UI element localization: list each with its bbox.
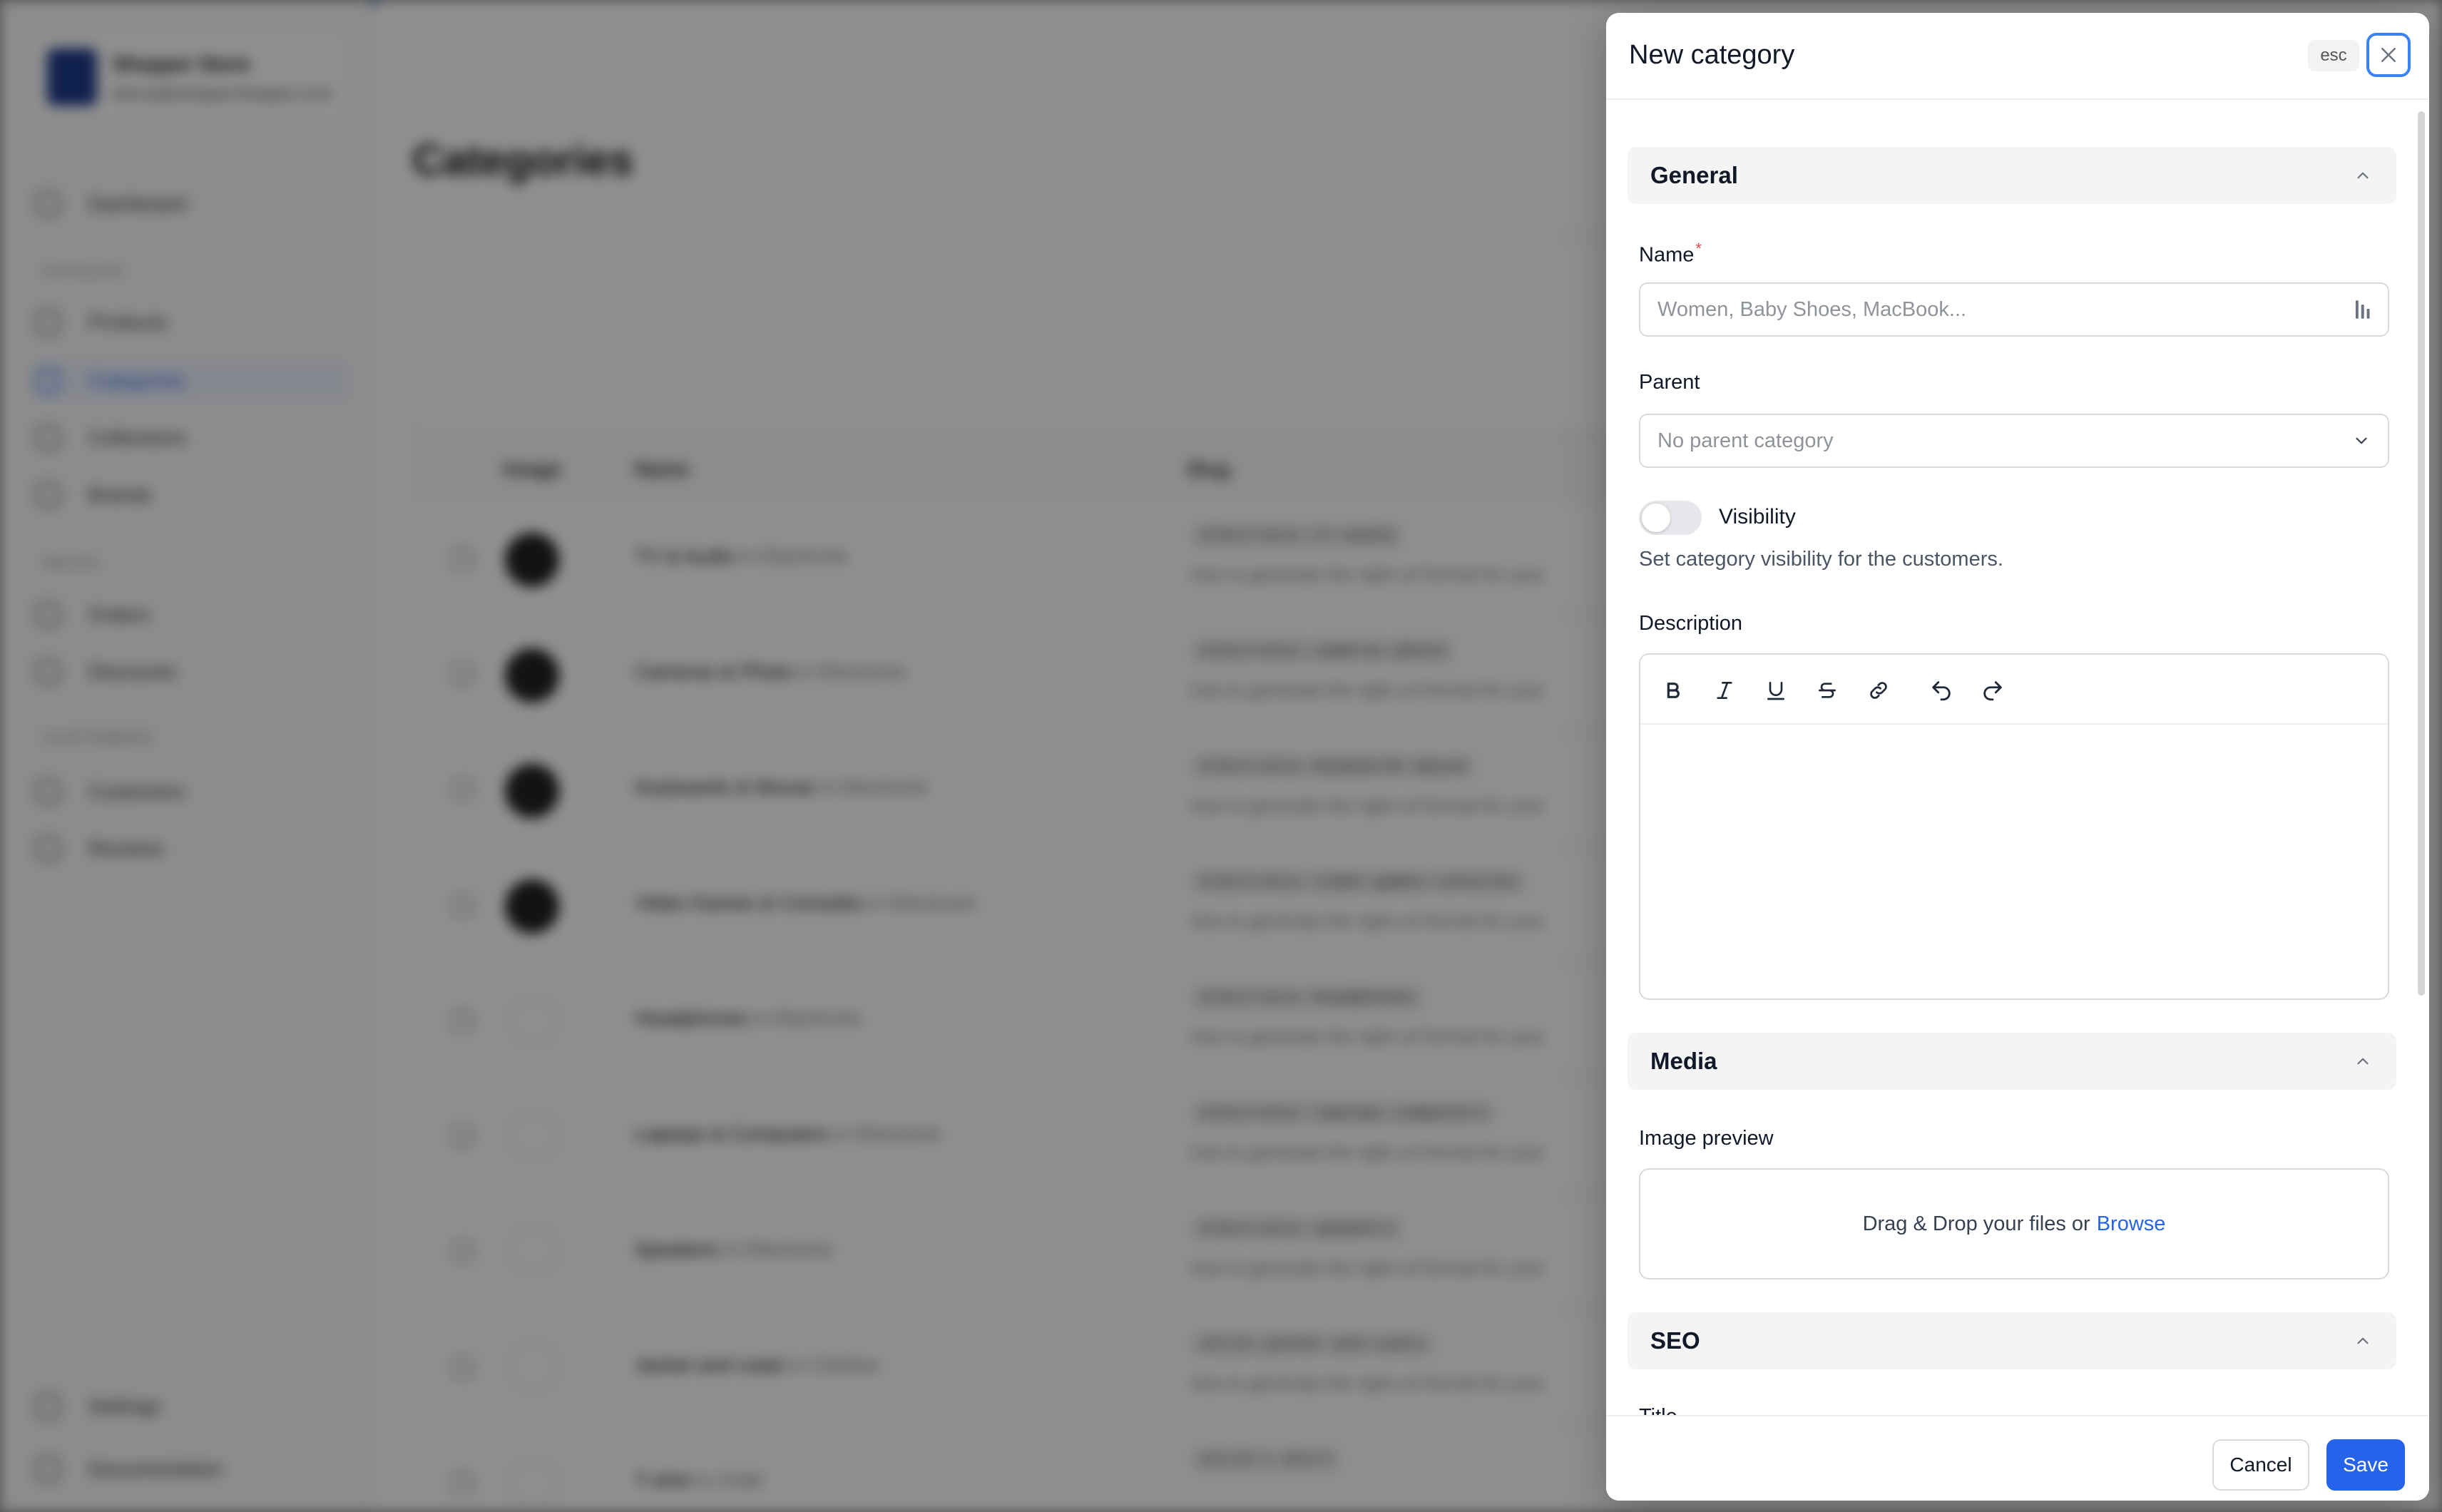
redo-icon: [1983, 681, 2002, 701]
redo-button[interactable]: [1977, 675, 2008, 706]
close-button[interactable]: [2366, 33, 2411, 77]
section-seo-title: SEO: [1650, 1327, 1700, 1354]
editor-toolbar: [1640, 655, 2388, 725]
save-button[interactable]: Save: [2326, 1439, 2405, 1491]
name-field-label: Name*: [1639, 240, 1702, 267]
password-manager-icon[interactable]: [2354, 299, 2371, 320]
image-preview-label: Image preview: [1639, 1127, 1774, 1150]
name-label-text: Name: [1639, 243, 1695, 267]
drawer-title: New category: [1629, 40, 1795, 70]
cancel-button[interactable]: Cancel: [2212, 1439, 2309, 1491]
chevron-up-icon: [2357, 1337, 2369, 1344]
strikethrough-button[interactable]: [1812, 675, 1843, 706]
drawer-header: New category esc: [1606, 13, 2429, 100]
description-field-label: Description: [1639, 612, 1743, 635]
undo-button[interactable]: [1926, 675, 1957, 706]
description-editor[interactable]: [1639, 653, 2389, 1000]
new-category-drawer: New category esc General Name* Parent No…: [1606, 13, 2429, 1501]
close-icon: [2381, 48, 2396, 62]
link-icon: [1870, 682, 1887, 699]
image-dropzone[interactable]: Drag & Drop your files or Browse: [1639, 1168, 2389, 1279]
section-media-title: Media: [1650, 1048, 1717, 1074]
strikethrough-icon: [1819, 683, 1836, 698]
parent-select[interactable]: No parent category: [1639, 414, 2389, 468]
visibility-label: Visibility: [1719, 505, 1796, 528]
required-asterisk: *: [1695, 240, 1702, 257]
undo-icon: [1932, 681, 1951, 701]
underline-button[interactable]: [1760, 675, 1792, 706]
name-field[interactable]: [1639, 282, 2389, 337]
underline-icon: [1767, 682, 1784, 700]
section-general-title: General: [1650, 162, 1738, 188]
parent-select-value: No parent category: [1657, 429, 1834, 452]
chevron-up-icon: [2357, 172, 2369, 179]
esc-shortcut-badge: esc: [2308, 40, 2359, 71]
section-media-toggle[interactable]: Media: [1628, 1033, 2396, 1090]
italic-icon: [1717, 682, 1732, 699]
italic-button[interactable]: [1709, 675, 1740, 706]
visibility-toggle[interactable]: [1639, 501, 1702, 535]
bold-icon: [1667, 683, 1680, 698]
parent-field-label: Parent: [1639, 371, 1700, 394]
drawer-scrollbar[interactable]: [2418, 111, 2425, 996]
section-general-toggle[interactable]: General: [1628, 147, 2396, 204]
dropzone-text: Drag & Drop your files or: [1862, 1212, 2090, 1235]
seo-title-label: Title: [1639, 1405, 1677, 1415]
chevron-up-icon: [2357, 1058, 2369, 1065]
chevron-down-icon: [2356, 437, 2367, 444]
bold-button[interactable]: [1657, 675, 1689, 706]
drawer-body[interactable]: General Name* Parent No parent category …: [1606, 100, 2429, 1415]
toggle-knob: [1642, 504, 1670, 532]
name-input[interactable]: [1657, 297, 2354, 322]
link-button[interactable]: [1863, 675, 1894, 706]
section-seo-toggle[interactable]: SEO: [1628, 1312, 2396, 1369]
drawer-footer: Cancel Save: [1606, 1415, 2429, 1501]
browse-link[interactable]: Browse: [2097, 1212, 2166, 1236]
visibility-hint: Set category visibility for the customer…: [1639, 548, 2003, 571]
